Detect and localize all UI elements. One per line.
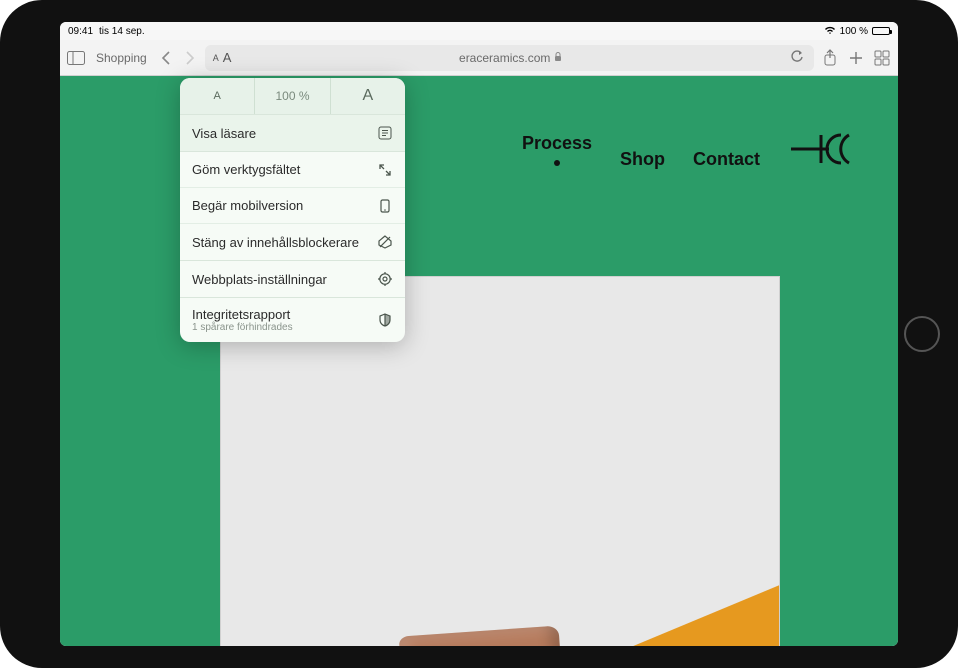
- menu-item-label: Begär mobilversion: [192, 198, 303, 213]
- menu-show-reader[interactable]: Visa läsare: [180, 115, 405, 151]
- menu-item-label: Visa läsare: [192, 126, 256, 141]
- tabs-overview-icon[interactable]: [872, 48, 892, 68]
- reader-icon: [377, 125, 393, 141]
- zoom-value: 100 %: [255, 78, 330, 114]
- tab-group-label[interactable]: Shopping: [92, 51, 151, 65]
- url-text: eraceramics.com: [459, 51, 550, 65]
- zoom-in-button[interactable]: A: [331, 78, 405, 114]
- menu-item-label: Stäng av innehållsblockerare: [192, 235, 359, 250]
- status-bar: 09:41 tis 14 sep. 100 %: [60, 22, 898, 40]
- battery-icon: [872, 27, 890, 35]
- nav-link-process[interactable]: Process: [522, 133, 592, 154]
- reload-icon[interactable]: [790, 50, 806, 66]
- privacy-report-subtitle: 1 spårare förhindrades: [192, 322, 293, 333]
- safari-toolbar: Shopping AA eraceramics.com: [60, 40, 898, 76]
- zoom-out-button[interactable]: A: [180, 78, 255, 114]
- status-date: tis 14 sep.: [99, 26, 145, 37]
- site-nav: Process Shop Contact: [522, 124, 868, 174]
- expand-icon: [377, 162, 393, 178]
- ipad-device-frame: 09:41 tis 14 sep. 100 % Shopping: [0, 0, 958, 668]
- menu-item-label: Webbplats-inställningar: [192, 272, 327, 287]
- site-logo[interactable]: [788, 124, 868, 174]
- new-tab-icon[interactable]: [846, 48, 866, 68]
- blocker-off-icon: [377, 234, 393, 250]
- page-settings-popover: A 100 % A Visa läsare Göm verktygsfältet: [180, 78, 405, 342]
- ipad-home-button[interactable]: [904, 316, 940, 352]
- menu-item-label: Integritetsrapport: [192, 307, 293, 322]
- battery-percent: 100 %: [840, 26, 868, 37]
- nav-link-shop[interactable]: Shop: [620, 149, 665, 170]
- shield-icon: [377, 312, 393, 328]
- zoom-controls: A 100 % A: [180, 78, 405, 114]
- gear-icon: [377, 271, 393, 287]
- lock-icon: [554, 51, 562, 65]
- menu-hide-toolbar[interactable]: Göm verktygsfältet: [180, 152, 405, 188]
- forward-button: [181, 49, 199, 67]
- address-bar[interactable]: AA eraceramics.com: [205, 45, 814, 71]
- reader-aa-button[interactable]: AA: [213, 50, 232, 65]
- back-button[interactable]: [157, 49, 175, 67]
- wifi-icon: [824, 25, 836, 38]
- menu-item-label: Göm verktygsfältet: [192, 162, 300, 177]
- menu-disable-blockers[interactable]: Stäng av innehållsblockerare: [180, 224, 405, 260]
- share-icon[interactable]: [820, 48, 840, 68]
- mobile-icon: [377, 198, 393, 214]
- screen: 09:41 tis 14 sep. 100 % Shopping: [60, 22, 898, 646]
- menu-request-mobile[interactable]: Begär mobilversion: [180, 188, 405, 224]
- nav-active-dot: [554, 160, 560, 166]
- status-time: 09:41: [68, 26, 93, 37]
- menu-site-settings[interactable]: Webbplats-inställningar: [180, 261, 405, 297]
- menu-privacy-report[interactable]: Integritetsrapport 1 spårare förhindrade…: [180, 298, 405, 342]
- sidebar-icon[interactable]: [66, 48, 86, 68]
- nav-link-contact[interactable]: Contact: [693, 149, 760, 170]
